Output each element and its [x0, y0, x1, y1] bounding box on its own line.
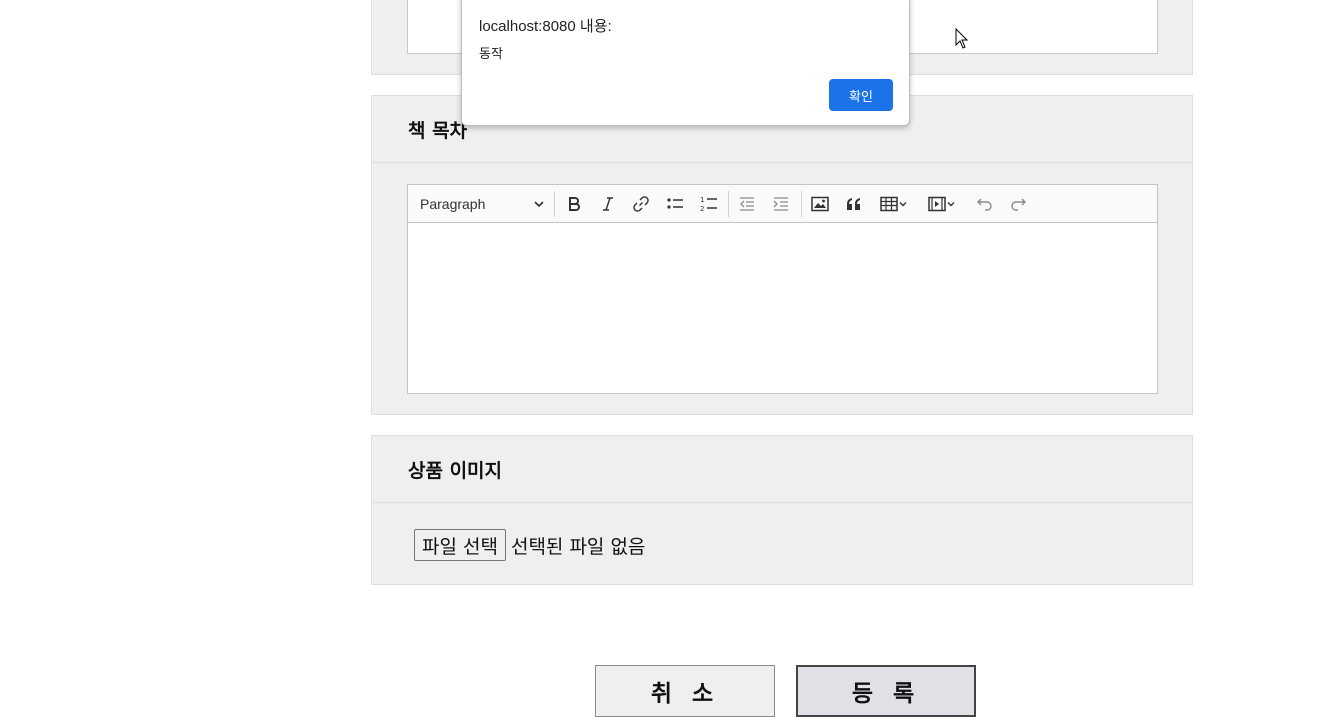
alert-ok-button[interactable]: 확인: [829, 79, 893, 111]
toc-editor-content[interactable]: [408, 223, 1157, 393]
blockquote-icon[interactable]: [842, 192, 866, 216]
toc-section: 책 목차 Paragraph 12: [371, 95, 1193, 415]
cancel-button[interactable]: 취 소: [595, 665, 775, 717]
outdent-icon[interactable]: [735, 192, 759, 216]
product-image-title: 상품 이미지: [372, 436, 1192, 503]
file-input: 파일 선택 선택된 파일 없음: [414, 529, 645, 561]
undo-icon[interactable]: [973, 192, 997, 216]
numbered-list-icon[interactable]: 12: [697, 192, 721, 216]
svg-text:1: 1: [700, 196, 704, 204]
choose-file-button[interactable]: 파일 선택: [414, 529, 506, 561]
bulleted-list-icon[interactable]: [663, 192, 687, 216]
submit-button[interactable]: 등 록: [796, 665, 976, 717]
toolbar-divider: [728, 191, 729, 217]
file-status-text: 선택된 파일 없음: [510, 535, 646, 558]
heading-dropdown-label: Paragraph: [420, 196, 486, 212]
indent-icon[interactable]: [769, 192, 793, 216]
chevron-down-icon: [534, 201, 544, 208]
italic-icon[interactable]: [596, 192, 620, 216]
bold-icon[interactable]: [562, 192, 586, 216]
toolbar-divider: [554, 191, 555, 217]
alert-title: localhost:8080 내용:: [479, 18, 612, 35]
mouse-cursor-icon: [955, 28, 969, 49]
svg-text:2: 2: [700, 205, 704, 213]
media-embed-icon[interactable]: [924, 192, 960, 216]
editor-toolbar: Paragraph 12: [408, 185, 1157, 223]
chevron-down-icon: [947, 202, 955, 207]
toolbar-divider: [801, 191, 802, 217]
link-icon[interactable]: [629, 192, 653, 216]
product-image-section: 상품 이미지 파일 선택 선택된 파일 없음: [371, 435, 1193, 585]
heading-dropdown[interactable]: Paragraph: [420, 192, 545, 216]
redo-icon[interactable]: [1006, 192, 1030, 216]
image-icon[interactable]: [808, 192, 832, 216]
table-icon[interactable]: [876, 192, 912, 216]
alert-dialog: localhost:8080 내용: 동작 확인: [461, 0, 910, 126]
alert-message: 동작: [479, 47, 503, 62]
chevron-down-icon: [899, 202, 907, 207]
toc-editor: Paragraph 12: [407, 184, 1158, 394]
